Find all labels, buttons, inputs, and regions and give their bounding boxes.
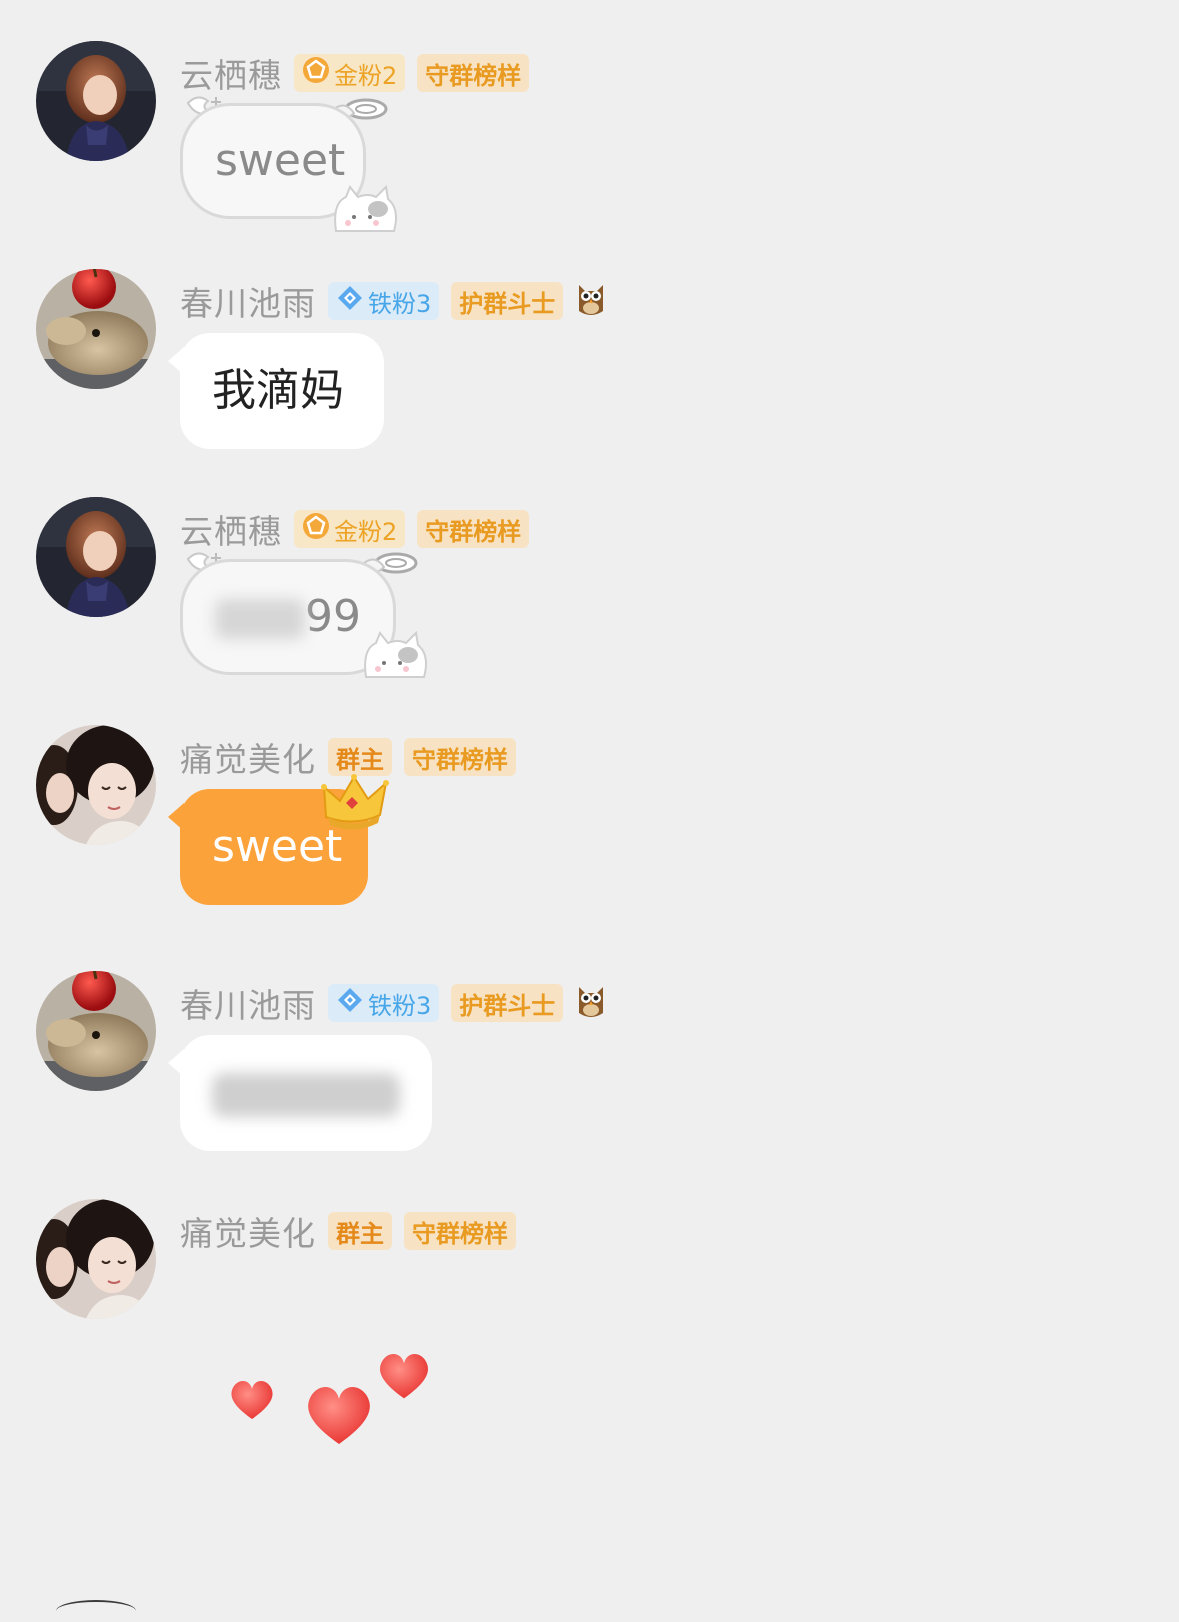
sender-meta: 春川池雨 铁粉3 护群斗士 — [180, 979, 607, 1027]
badge-label: 铁粉3 — [368, 991, 432, 1020]
diamond-icon — [336, 284, 364, 318]
diamond-icon — [336, 986, 364, 1020]
avatar[interactable] — [56, 1600, 136, 1622]
title-badge[interactable]: 守群榜样 — [404, 1212, 516, 1250]
title-badge[interactable]: 护群斗士 — [451, 984, 564, 1022]
title-badge[interactable]: 守群榜样 — [404, 738, 516, 776]
fan-level-badge[interactable]: 铁粉3 — [328, 282, 440, 320]
title-badge[interactable]: 守群榜样 — [417, 54, 530, 92]
message-text: 99 — [305, 591, 361, 642]
sender-meta: 痛觉美化 群主 守群榜样 — [180, 1207, 516, 1255]
heart-icon — [302, 1381, 376, 1451]
avatar[interactable] — [36, 41, 156, 161]
cat-icon — [330, 183, 400, 239]
sender-name[interactable]: 痛觉美化 — [180, 1207, 316, 1255]
message-bubble[interactable]: 我滴妈 — [168, 333, 384, 449]
heart-icon — [376, 1349, 432, 1405]
owner-badge[interactable]: 群主 — [328, 1212, 392, 1250]
avatar[interactable] — [36, 497, 156, 617]
message-bubble[interactable] — [168, 1035, 432, 1151]
sender-name[interactable]: 春川池雨 — [180, 277, 316, 325]
sender-meta: 云栖穗 金粉2 守群榜样 — [180, 505, 530, 553]
badge-label: 金粉2 — [334, 517, 398, 546]
message-text: 我滴妈 — [212, 365, 344, 416]
owl-icon — [575, 279, 607, 323]
badge-label: 金粉2 — [334, 61, 398, 90]
owner-badge[interactable]: 群主 — [328, 738, 392, 776]
sender-name[interactable]: 痛觉美化 — [180, 733, 316, 781]
title-badge[interactable]: 守群榜样 — [417, 510, 530, 548]
pentagon-medal-icon — [302, 56, 330, 90]
owl-icon — [575, 981, 607, 1025]
sender-name[interactable]: 春川池雨 — [180, 979, 316, 1027]
avatar[interactable] — [36, 725, 156, 845]
fan-level-badge[interactable]: 铁粉3 — [328, 984, 440, 1022]
avatar[interactable] — [36, 269, 156, 389]
fan-level-badge[interactable]: 金粉2 — [294, 54, 406, 92]
redacted-text — [212, 1073, 400, 1117]
fan-level-badge[interactable]: 金粉2 — [294, 510, 406, 548]
sender-meta: 春川池雨 铁粉3 护群斗士 — [180, 277, 607, 325]
heart-icon — [228, 1377, 276, 1425]
sender-name[interactable]: 云栖穗 — [180, 49, 282, 97]
avatar[interactable] — [36, 1199, 156, 1319]
cat-icon — [360, 629, 430, 685]
pentagon-medal-icon — [302, 512, 330, 546]
title-badge[interactable]: 护群斗士 — [451, 282, 564, 320]
sender-name[interactable]: 云栖穗 — [180, 505, 282, 553]
avatar[interactable] — [36, 971, 156, 1091]
message-text: sweet — [215, 135, 346, 186]
badge-label: 铁粉3 — [368, 289, 432, 318]
redacted-text — [215, 599, 305, 639]
crown-icon — [320, 773, 390, 837]
sender-meta: 云栖穗 金粉2 守群榜样 — [180, 49, 530, 97]
